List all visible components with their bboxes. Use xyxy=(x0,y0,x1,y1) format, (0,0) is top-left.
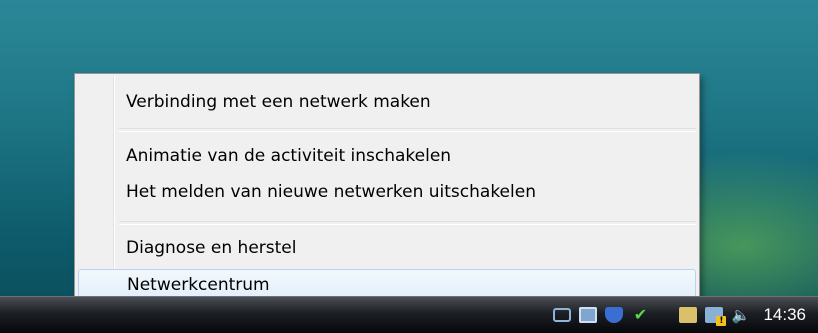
menu-item-disable-new-network-notifications[interactable]: Het melden van nieuwe netwerken uitschak… xyxy=(78,176,696,208)
menu-separator xyxy=(119,128,696,132)
system-tray: ✔ 🔈 14:36 xyxy=(478,297,818,333)
network-icon[interactable] xyxy=(553,308,572,322)
menu-item-connect-network[interactable]: Verbinding met een netwerk maken xyxy=(78,86,696,118)
menu-item-diagnose-repair[interactable]: Diagnose en herstel xyxy=(78,232,696,264)
shield-icon[interactable] xyxy=(605,307,624,323)
clock[interactable]: 14:36 xyxy=(763,305,806,325)
speaker-icon[interactable]: 🔈 xyxy=(731,307,750,323)
folder-icon[interactable] xyxy=(679,307,698,323)
network-warning-icon[interactable] xyxy=(705,307,727,326)
menu-separator xyxy=(119,221,696,225)
desktop: { "context_menu": { "items": [ {"label":… xyxy=(0,0,818,333)
taskbar: ✔ 🔈 14:36 xyxy=(0,296,818,333)
network-context-menu: Verbinding met een netwerk maken Animati… xyxy=(74,73,700,313)
monitor-icon[interactable] xyxy=(579,307,598,323)
checkmark-icon[interactable]: ✔ xyxy=(631,307,649,323)
menu-item-enable-activity-animation[interactable]: Animatie van de activiteit inschakelen xyxy=(78,140,696,172)
